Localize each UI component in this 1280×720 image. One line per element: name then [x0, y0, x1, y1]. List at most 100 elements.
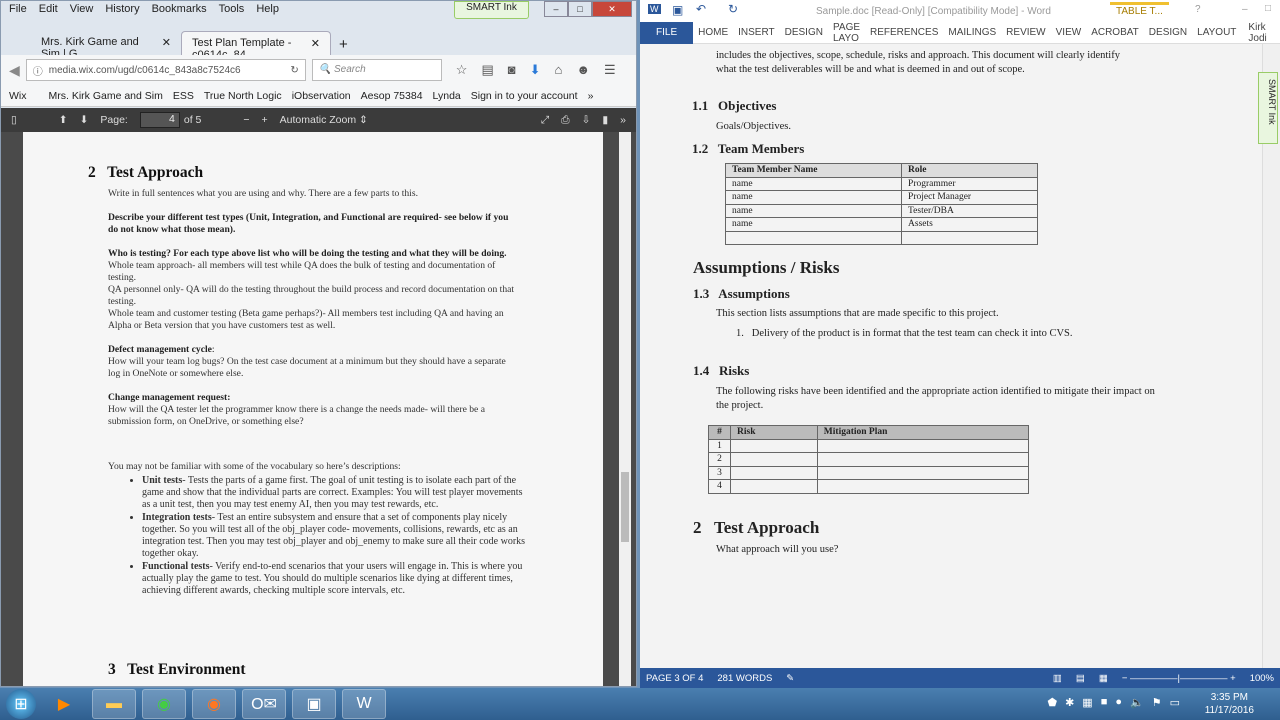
tab-references[interactable]: REFERENCES	[865, 27, 943, 38]
table-cell[interactable]	[816, 452, 1030, 467]
bookmark-lynda[interactable]: Lynda	[433, 90, 461, 102]
chrome-icon[interactable]: ◉	[142, 689, 186, 719]
tab-mrs-kirk[interactable]: Mrs. Kirk Game and Sim | G... ✕	[31, 31, 181, 60]
close-button[interactable]: ✕	[592, 1, 632, 17]
close-icon[interactable]: ✕	[162, 36, 171, 50]
bookmark-mrs-kirk[interactable]: Mrs. Kirk Game and Sim	[49, 90, 163, 102]
minimize-button[interactable]: –	[1242, 4, 1248, 15]
print-icon[interactable]: ⎙	[561, 114, 569, 127]
presentation-mode-icon[interactable]: ⤢	[541, 114, 549, 127]
table-cell[interactable]	[730, 452, 818, 467]
home-icon[interactable]: ⌂	[555, 62, 563, 78]
tray-app-icon[interactable]: ✱	[1065, 696, 1074, 709]
table-cell[interactable]	[724, 230, 903, 245]
maximize-button[interactable]: □	[568, 1, 592, 17]
menu-bookmarks[interactable]: Bookmarks	[152, 3, 207, 17]
maximize-button[interactable]: □	[1265, 3, 1271, 14]
table-cell[interactable]: 4	[708, 479, 731, 494]
table-cell[interactable]	[816, 465, 1030, 480]
tab-home[interactable]: HOME	[693, 27, 733, 38]
flag-icon[interactable]: ⚑	[1152, 696, 1162, 709]
scrollbar-thumb[interactable]	[621, 472, 629, 542]
back-icon[interactable]: ◀	[9, 62, 20, 79]
table-cell[interactable]: name	[724, 217, 903, 232]
tab-review[interactable]: REVIEW	[1001, 27, 1050, 38]
page-indicator[interactable]: PAGE 3 OF 4	[646, 673, 703, 684]
undo-icon[interactable]: ↶	[696, 2, 706, 16]
more-bookmarks-icon[interactable]: »	[588, 90, 594, 102]
tab-acrobat[interactable]: ACROBAT	[1086, 27, 1144, 38]
emoji-icon[interactable]: ☻	[576, 62, 590, 78]
bookmark-wix[interactable]: Wix	[9, 90, 27, 102]
table-cell[interactable]: 1	[708, 438, 731, 453]
tab-table-layout[interactable]: LAYOUT	[1192, 27, 1241, 38]
outlook-icon[interactable]: O✉	[242, 689, 286, 719]
tab-table-design[interactable]: DESIGN	[1144, 27, 1192, 38]
menu-history[interactable]: History	[105, 3, 139, 17]
media-player-icon[interactable]: ▶	[42, 689, 86, 719]
pocket-icon[interactable]: ◙	[508, 62, 516, 78]
page-number-input[interactable]: 4	[139, 112, 180, 128]
bookmark-aesop[interactable]: Aesop 75384	[361, 90, 423, 102]
word-icon[interactable]: W	[342, 689, 386, 719]
table-cell[interactable]: Programmer	[901, 176, 1038, 191]
bookmark-star-icon[interactable]: ☆	[456, 62, 468, 78]
menu-edit[interactable]: Edit	[39, 3, 58, 17]
bookmark-true-north[interactable]: True North Logic	[204, 90, 282, 102]
previous-page-icon[interactable]: ⬆	[59, 114, 68, 126]
table-cell[interactable]	[730, 465, 818, 480]
minimize-button[interactable]: –	[544, 1, 568, 17]
document-camera-icon[interactable]: ▣	[292, 689, 336, 719]
zoom-level[interactable]: 100%	[1250, 673, 1274, 684]
menu-tools[interactable]: Tools	[219, 3, 245, 17]
print-layout-icon[interactable]: ▤	[1076, 673, 1085, 684]
tab-page-layout[interactable]: PAGE LAYO	[828, 22, 865, 44]
smart-ink-toolbar[interactable]: SMART Ink	[454, 1, 529, 19]
tab-test-plan[interactable]: Test Plan Template - c0614c_84... ✕	[181, 31, 331, 61]
menu-help[interactable]: Help	[256, 3, 279, 17]
sidebar-toggle-icon[interactable]: ▯	[11, 114, 17, 126]
table-cell[interactable]: name	[724, 190, 903, 205]
scrollbar[interactable]	[619, 132, 631, 686]
smart-ink-side-tab[interactable]: SMART Ink	[1258, 72, 1278, 144]
tools-icon[interactable]: »	[620, 114, 626, 126]
tab-mailings[interactable]: MAILINGS	[943, 27, 1001, 38]
outlook-tray-icon[interactable]: ●	[1115, 696, 1122, 709]
close-icon[interactable]: ✕	[311, 37, 320, 50]
tab-insert[interactable]: INSERT	[733, 27, 780, 38]
zoom-out-icon[interactable]: −	[243, 114, 249, 126]
bookmark-icon[interactable]: ▮	[602, 114, 608, 126]
display-icon[interactable]: ▭	[1170, 696, 1180, 709]
table-cell[interactable]	[901, 230, 1038, 245]
file-explorer-icon[interactable]: ▬	[92, 689, 136, 719]
proofing-icon[interactable]: ✎	[786, 673, 794, 684]
table-cell[interactable]: name	[724, 176, 903, 191]
bookmark-sign-in[interactable]: Sign in to your account	[471, 90, 578, 102]
table-cell[interactable]: Project Manager	[901, 190, 1038, 205]
volume-icon[interactable]: 🔈	[1130, 696, 1144, 709]
onenote-icon[interactable]: ■	[1101, 696, 1108, 709]
save-icon[interactable]: ⇩	[582, 114, 591, 126]
download-icon[interactable]: ⬇	[530, 62, 541, 78]
tab-file[interactable]: FILE	[640, 21, 694, 44]
next-page-icon[interactable]: ⬇	[80, 114, 89, 126]
table-cell[interactable]	[816, 438, 1030, 453]
zoom-in-icon[interactable]: +	[262, 114, 268, 126]
reading-list-icon[interactable]: ▤	[481, 62, 493, 78]
table-cell[interactable]: Tester/DBA	[901, 203, 1038, 218]
tab-design[interactable]: DESIGN	[780, 27, 828, 38]
read-mode-icon[interactable]: ▥	[1053, 673, 1062, 684]
menu-file[interactable]: File	[9, 3, 27, 17]
new-tab-button[interactable]: +	[331, 34, 356, 55]
reload-icon[interactable]: ↻	[290, 65, 298, 76]
redo-icon[interactable]: ↻	[728, 2, 738, 16]
help-icon[interactable]: ?	[1195, 4, 1201, 15]
save-icon[interactable]: ▣	[672, 3, 683, 17]
bookmark-iobservation[interactable]: iObservation	[292, 90, 351, 102]
bookmark-ess[interactable]: ESS	[173, 90, 194, 102]
table-cell[interactable]: 3	[708, 465, 731, 480]
user-name[interactable]: Kirk Jodi	[1243, 22, 1271, 44]
menu-view[interactable]: View	[70, 3, 94, 17]
clock[interactable]: 3:35 PM 11/17/2016	[1205, 691, 1254, 717]
table-cell[interactable]	[816, 479, 1030, 494]
